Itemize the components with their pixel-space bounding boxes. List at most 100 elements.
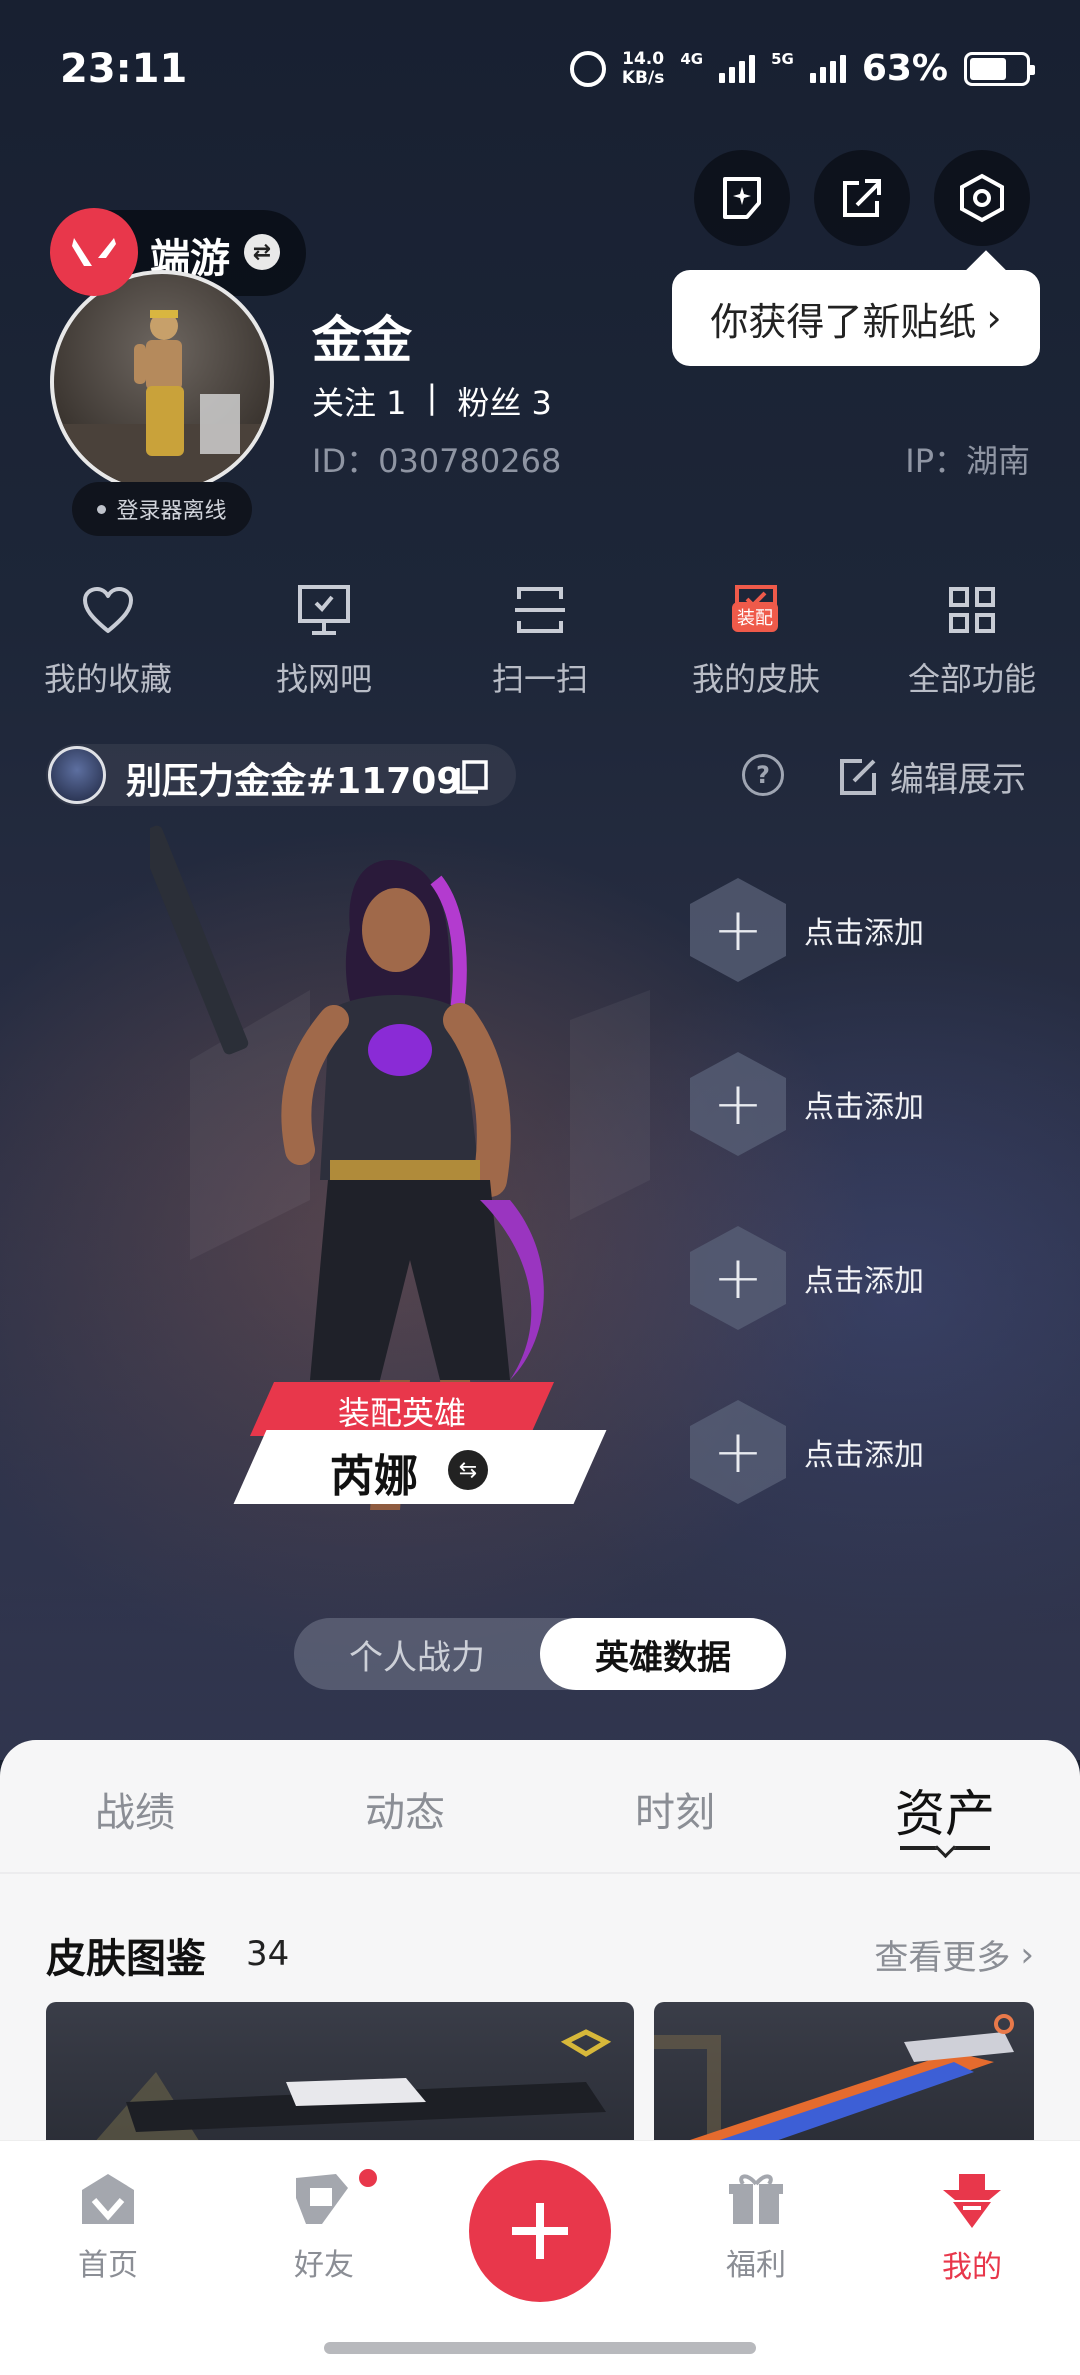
nav-welfare[interactable]: 福利 [686, 2170, 826, 2284]
tab-moments[interactable]: 动态 [270, 1740, 540, 1870]
battery-icon [964, 51, 1035, 86]
share-icon [843, 179, 881, 217]
stats-separator: | [426, 378, 438, 416]
see-more-label: 查看更多 [874, 1938, 1011, 1978]
quick-all-functions[interactable]: 全部功能 [864, 580, 1080, 710]
create-post-button[interactable] [469, 2160, 611, 2302]
follow-count[interactable]: 关注 1 [312, 378, 407, 424]
battery-percent: 63% [861, 48, 948, 89]
user-id: ID：030780268 [312, 442, 562, 480]
swap-icon[interactable]: ⇄ [244, 234, 280, 270]
add-slot-1[interactable]: + 点击添加 [690, 878, 924, 982]
avatar[interactable] [50, 270, 274, 494]
nav-label: 首页 [78, 2248, 138, 2283]
add-slot-label: 点击添加 [804, 1090, 924, 1125]
sticker-button[interactable] [694, 150, 790, 246]
alarm-icon [569, 50, 606, 87]
hero-swap-icon[interactable]: ⇆ [448, 1450, 488, 1490]
nav-label: 福利 [726, 2248, 786, 2283]
skin-card[interactable] [46, 2002, 634, 2152]
quick-label: 扫一扫 [491, 660, 588, 698]
scan-icon [510, 580, 570, 640]
login-status-text: 登录器离线 [116, 499, 227, 524]
signal-5g-icon [809, 54, 846, 83]
equip-hero-label: 装配英雄 [337, 1394, 466, 1432]
speed-value: 14.0 [622, 48, 665, 69]
toggle-personal-power[interactable]: 个人战力 [294, 1618, 540, 1690]
new-sticker-tooltip[interactable]: 你获得了新贴纸 › [672, 270, 1040, 366]
add-slot-label: 点击添加 [804, 1438, 924, 1473]
edit-showcase-label: 编辑展示 [890, 760, 1026, 800]
skin-count: 34 [246, 1934, 290, 1974]
friends-icon [296, 2174, 348, 2224]
valorant-logo-icon [50, 208, 138, 296]
user-name: 金金 [312, 311, 412, 369]
status-icons: 14.0 KB/s 4G 5G 63% [569, 48, 1035, 89]
player-avatar [48, 746, 106, 804]
home-icon [82, 2174, 134, 2224]
equip-tag: 装配 [732, 602, 778, 632]
status-time: 23:11 [60, 46, 188, 92]
settings-hex-icon [960, 173, 1004, 223]
add-slot-2[interactable]: + 点击添加 [690, 1052, 924, 1156]
gift-icon [729, 2174, 783, 2224]
skin-card[interactable] [654, 2002, 1034, 2152]
add-slot-label: 点击添加 [804, 916, 924, 951]
player-tag: 别压力金金#11709 [126, 761, 462, 802]
see-more-link[interactable]: 查看更多 › [874, 1930, 1034, 1979]
quick-favorites[interactable]: 我的收藏 [0, 580, 216, 710]
tab-records[interactable]: 战绩 [0, 1740, 270, 1870]
plus-icon: + [690, 1052, 786, 1156]
tab-highlights[interactable]: 时刻 [540, 1740, 810, 1870]
monitor-icon [294, 580, 354, 640]
quick-label: 我的收藏 [43, 660, 172, 698]
login-status-pill: 登录器离线 [72, 482, 252, 536]
nav-label: 我的 [942, 2250, 1002, 2285]
home-indicator[interactable] [324, 2342, 756, 2354]
add-slot-label: 点击添加 [804, 1264, 924, 1299]
active-tab-indicator [900, 1846, 990, 1850]
status-dot [97, 504, 107, 514]
network-5g-label: 5G [771, 49, 794, 68]
quick-scan[interactable]: 扫一扫 [432, 580, 648, 710]
skin-collection-title: 皮肤图鉴 [46, 1936, 206, 1982]
add-slot-4[interactable]: + 点击添加 [690, 1400, 924, 1504]
tab-assets[interactable]: 资产 [810, 1740, 1080, 1870]
quick-find-netcafe[interactable]: 找网吧 [216, 580, 432, 710]
sticker-icon [723, 177, 761, 219]
tooltip-text: 你获得了新贴纸 [710, 299, 977, 344]
heart-icon [78, 580, 138, 640]
add-slot-3[interactable]: + 点击添加 [690, 1226, 924, 1330]
share-button[interactable] [814, 150, 910, 246]
plus-icon: + [690, 878, 786, 982]
follow-stats: 关注 1 | 粉丝 3 [312, 378, 552, 424]
quick-label: 我的皮肤 [691, 660, 820, 698]
quick-my-skins[interactable]: 装配 我的皮肤 [648, 580, 864, 710]
plus-icon: + [690, 1400, 786, 1504]
grid-icon [942, 580, 1002, 640]
hero-name-plate[interactable] [233, 1430, 607, 1504]
status-bar: 23:11 14.0 KB/s 4G 5G 63% [0, 0, 1080, 140]
quick-label: 找网吧 [275, 660, 372, 698]
settings-button[interactable] [934, 150, 1030, 246]
toggle-hero-data[interactable]: 英雄数据 [540, 1618, 786, 1690]
edit-showcase-button[interactable]: 编辑展示 [836, 752, 1026, 801]
chevron-right-icon: › [986, 296, 1002, 340]
network-4g-label: 4G [680, 49, 704, 68]
fans-count[interactable]: 粉丝 3 [457, 378, 552, 424]
notification-dot [356, 2166, 380, 2190]
nav-home[interactable]: 首页 [38, 2170, 178, 2284]
chevron-right-icon: › [1020, 1934, 1034, 1975]
plus-icon [512, 2203, 568, 2259]
profile-tabs: 战绩 动态 时刻 资产 [0, 1740, 1080, 1870]
tab-assets-label: 资产 [895, 1785, 995, 1843]
speed-unit: KB/s [621, 67, 665, 88]
signal-4g-icon [719, 54, 756, 83]
copy-icon[interactable] [454, 758, 490, 800]
quick-label: 全部功能 [907, 660, 1036, 698]
nav-mine[interactable]: 我的 [902, 2170, 1042, 2286]
help-icon[interactable]: ? [742, 754, 784, 796]
network-speed: 14.0 KB/s [621, 48, 665, 88]
quick-actions: 我的收藏 找网吧 扫一扫 装配 我的皮肤 全部功能 [0, 580, 1080, 710]
profile-hat-icon [943, 2174, 1001, 2228]
